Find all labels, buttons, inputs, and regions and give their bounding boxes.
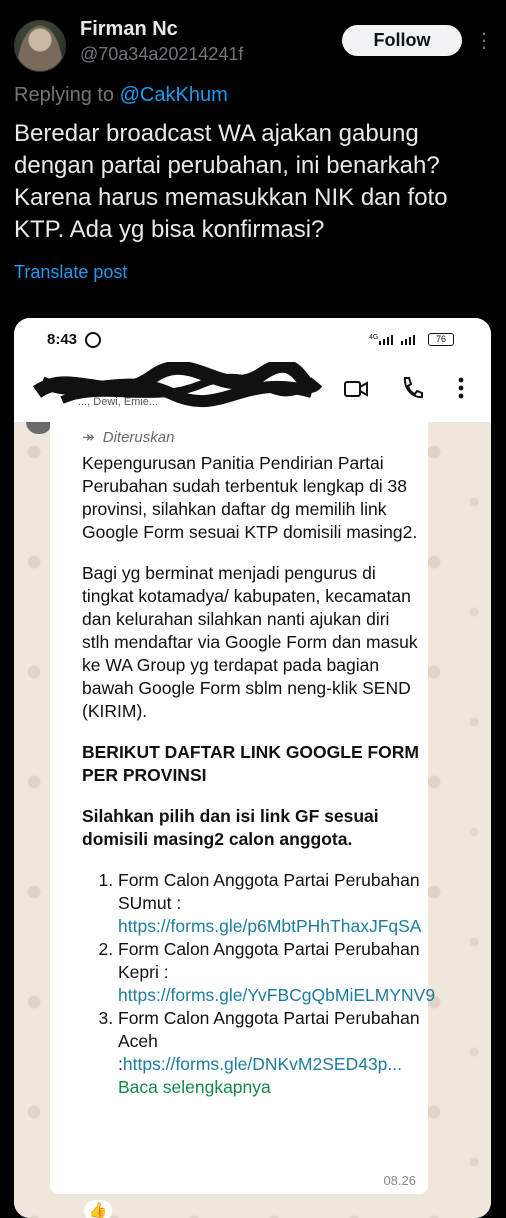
forwarded-text: Diteruskan (102, 429, 175, 446)
tweet-header: Firman Nc @70a34a20214241f Follow ⋮ (0, 0, 506, 80)
forward-icon: ↠ (82, 429, 95, 446)
message-timestamp: 08.26 (383, 1173, 416, 1188)
video-call-icon[interactable] (344, 380, 368, 398)
sender-avatar (26, 422, 52, 434)
translate-post-link[interactable]: Translate post (14, 262, 127, 283)
battery-icon: 76 (428, 333, 454, 346)
thumbs-up-reaction-icon[interactable]: 👍 (84, 1200, 112, 1218)
alarm-icon (85, 332, 101, 348)
form-link[interactable]: https://forms.gle/DNKvM2SED43p... (123, 1054, 402, 1074)
author-handle[interactable]: @70a34a20214241f (80, 44, 243, 65)
list-item: Form Calon Anggota Partai Perubahan Kepr… (118, 938, 435, 1007)
more-options-icon[interactable]: ⋮ (474, 28, 494, 54)
form-link[interactable]: https://forms.gle/p6MbtPHhThaxJFqSA (118, 916, 421, 936)
chat-background: ↠ Diteruskan Kepengurusan Panitia Pendir… (14, 422, 491, 1218)
author-avatar[interactable] (14, 20, 66, 72)
network-label: 4G (369, 334, 378, 341)
replying-prefix: Replying to (14, 84, 115, 106)
form-link-list: Form Calon Anggota Partai Perubahan SUmu… (82, 869, 435, 1099)
list-item: Form Calon Anggota Partai Perubahan SUmu… (118, 869, 421, 938)
list-item: Form Calon Anggota Partai Perubahan Aceh… (118, 1007, 420, 1099)
message-body: Kepengurusan Panitia Pendirian Partai Pe… (82, 452, 435, 1099)
signal-icon: 4G (369, 334, 415, 345)
message-heading-2: Silahkan pilih dan isi link GF sesuai do… (82, 806, 379, 849)
tweet-text: Beredar broadcast WA ajakan gabung denga… (14, 120, 448, 243)
list-item-text: Form Calon Anggota Partai Perubahan SUmu… (118, 870, 420, 913)
forwarded-message-bubble[interactable]: ↠ Diteruskan Kepengurusan Panitia Pendir… (50, 422, 435, 1194)
chat-menu-icon[interactable] (458, 376, 464, 400)
follow-button[interactable]: Follow (342, 25, 462, 56)
replying-to-link[interactable]: @CakKhum (120, 84, 228, 106)
replying-to: Replying to @CakKhum (14, 84, 228, 107)
status-time: 8:43 (47, 331, 78, 348)
list-item-text: Form Calon Anggota Partai Perubahan Kepr… (118, 939, 420, 982)
attached-image[interactable]: 8:43 4G 76 ..., Dewi, Emie... ↠ Diterusk… (14, 318, 491, 1218)
read-more-link[interactable]: Baca selengkapnya (118, 1077, 271, 1097)
chat-header: ..., Dewi, Emie... (14, 360, 491, 422)
form-link[interactable]: https://forms.gle/YvFBCgQbMiELMYNV9 (118, 985, 435, 1005)
message-paragraph-2: Bagi yg berminat menjadi pengurus di tin… (82, 563, 418, 721)
phone-call-icon[interactable] (401, 376, 423, 400)
message-paragraph-1: Kepengurusan Panitia Pendirian Partai Pe… (82, 453, 418, 542)
message-heading-1: BERIKUT DAFTAR LINK GOOGLE FORM PER PROV… (82, 742, 420, 785)
chat-participants: ..., Dewi, Emie... (78, 396, 159, 408)
phone-status-bar: 8:43 4G 76 (14, 318, 491, 360)
author-name[interactable]: Firman Nc (80, 18, 178, 41)
forwarded-label: ↠ Diteruskan (82, 428, 174, 446)
redaction-scribble (32, 362, 322, 408)
